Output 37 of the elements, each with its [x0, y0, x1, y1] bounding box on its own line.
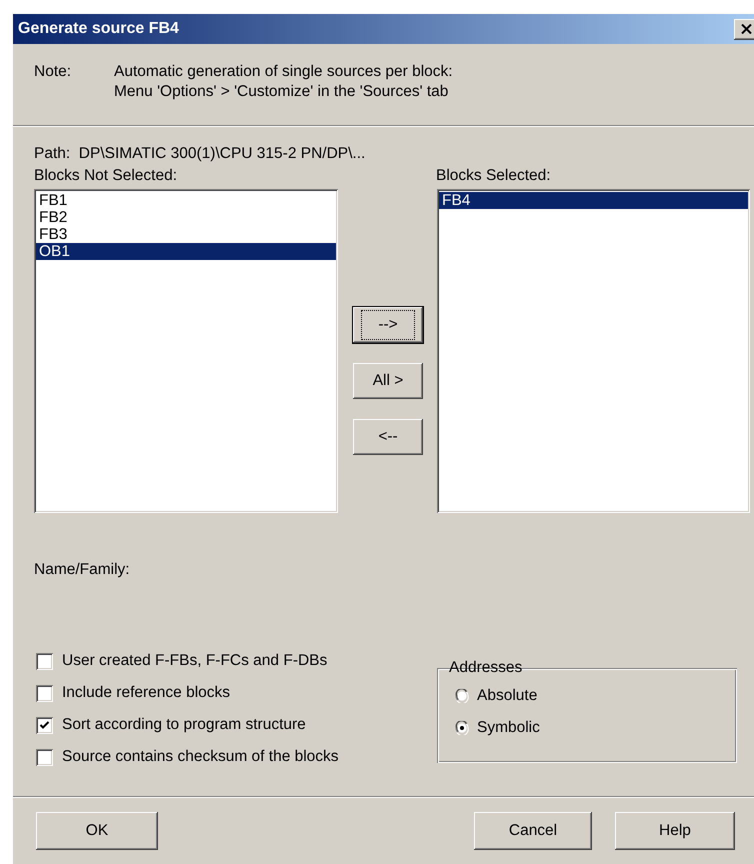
close-button[interactable] [734, 18, 754, 40]
radio-label: Symbolic [477, 719, 540, 737]
note-text: Automatic generation of single sources per block: [114, 62, 454, 82]
list-item[interactable]: FB2 [36, 209, 336, 226]
check-icon [39, 720, 50, 730]
group-title: Addresses [448, 659, 524, 677]
checkbox[interactable] [36, 716, 53, 734]
checkbox-label: Sort according to program structure [62, 716, 306, 734]
move-button[interactable]: All > [353, 363, 423, 399]
dialog-button[interactable]: OK [36, 812, 158, 850]
checkbox-label: Source contains checksum of the blocks [62, 748, 339, 766]
move-button[interactable]: <-- [353, 419, 423, 455]
checkbox[interactable] [36, 748, 53, 766]
dialog-button[interactable]: Cancel [474, 812, 592, 850]
list-item[interactable]: FB4 [439, 192, 748, 209]
list-label: Blocks Not Selected: [34, 166, 178, 186]
name-family-label: Name/Family: [33, 560, 131, 580]
dialog-button[interactable]: Help [615, 812, 735, 850]
list-item[interactable]: FB1 [36, 192, 336, 209]
list-label: Blocks Selected: [436, 166, 551, 186]
checkbox[interactable] [36, 652, 53, 670]
list-box[interactable]: FB4 [437, 189, 750, 513]
list-item[interactable]: FB3 [36, 226, 336, 243]
note-text: Menu 'Options' > 'Customize' in the 'Sources' tab [114, 82, 450, 102]
checkbox[interactable] [36, 684, 53, 702]
radio-label: Absolute [477, 687, 538, 705]
radio-button[interactable] [455, 721, 469, 735]
path-text: Path: DP\SIMATIC 300(1)\CPU 315-2 PN/DP\... [33, 144, 366, 164]
window-title: Generate source FB4 [18, 20, 179, 38]
checkbox-label: Include reference blocks [62, 684, 230, 702]
list-box[interactable]: FB1 FB2 FB3 OB1 [34, 189, 338, 513]
list-item[interactable]: OB1 [36, 243, 336, 260]
radio-button[interactable] [455, 689, 469, 703]
checkbox-label: User created F-FBs, F-FCs and F-DBs [62, 652, 328, 670]
note-label: Note: [34, 62, 72, 82]
move-button[interactable]: --> [353, 307, 423, 343]
close-icon [740, 24, 752, 34]
